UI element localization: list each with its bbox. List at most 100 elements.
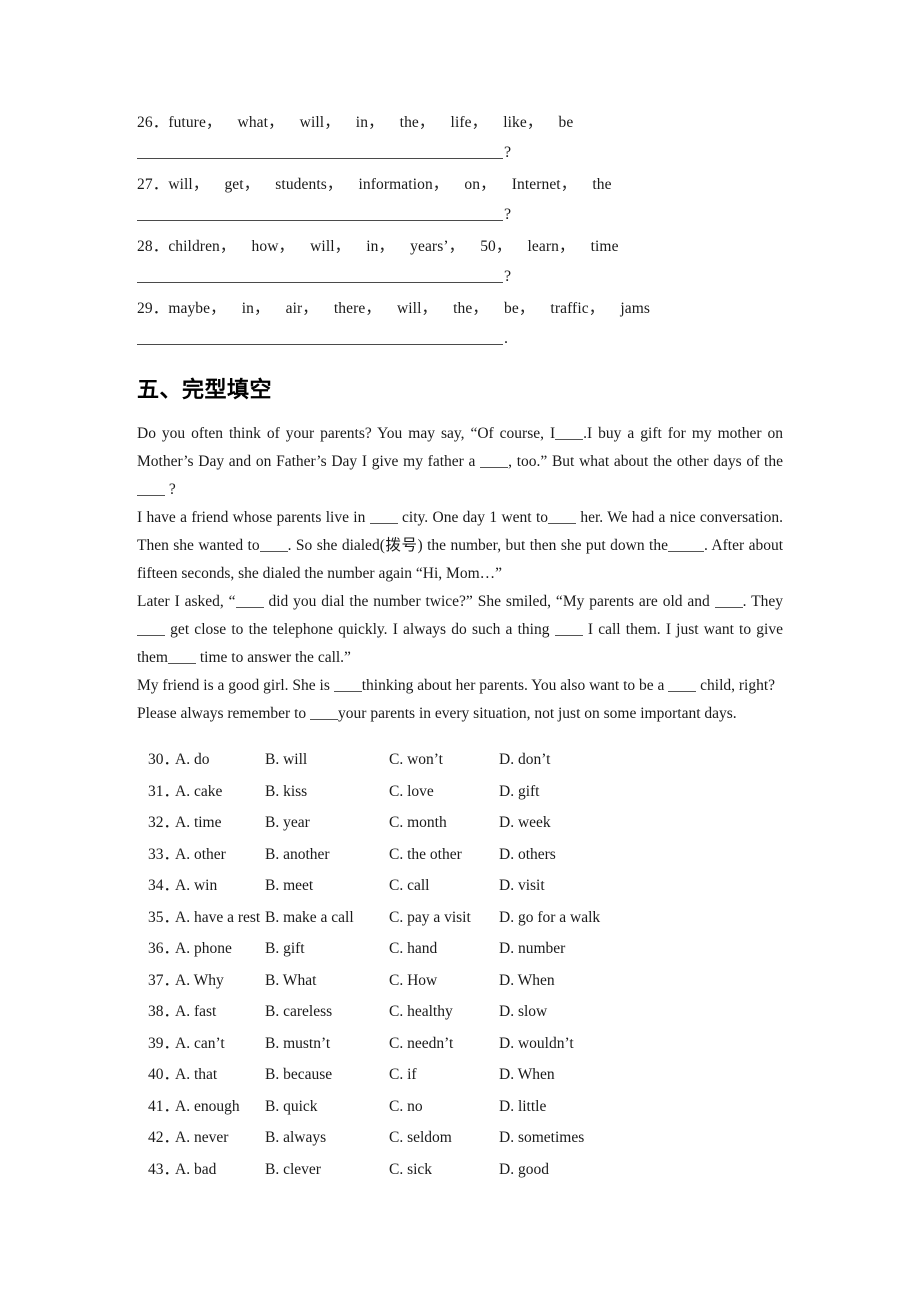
question-row: 33． A. other B. another C. the other D. othe…: [137, 839, 783, 871]
rearrange-word: will: [168, 176, 193, 193]
word-separator: ，: [326, 176, 343, 193]
option-d[interactable]: D. little: [499, 1091, 546, 1123]
option-b[interactable]: B. always: [265, 1122, 326, 1154]
option-d[interactable]: D. go for a walk: [499, 902, 600, 934]
option-c[interactable]: C. the other: [389, 839, 462, 871]
option-b[interactable]: B. meet: [265, 870, 313, 902]
question-row: 43． A. bad B. clever C. sick D. good: [137, 1154, 783, 1186]
cloze-blank[interactable]: [668, 677, 697, 692]
option-a[interactable]: A. that: [175, 1059, 217, 1091]
rearrange-answer-line[interactable]: ?: [137, 262, 783, 292]
question-row: 41． A. enough B. quick C. no D. little: [137, 1091, 783, 1123]
option-b[interactable]: B. year: [265, 807, 310, 839]
option-a[interactable]: A. can’t: [175, 1028, 225, 1060]
option-d[interactable]: D. gift: [499, 776, 539, 808]
option-c[interactable]: C. healthy: [389, 996, 453, 1028]
cloze-blank[interactable]: [137, 621, 165, 636]
option-c[interactable]: C. pay a visit: [389, 902, 471, 934]
option-d[interactable]: D. When: [499, 1059, 555, 1091]
cloze-blank[interactable]: [137, 481, 165, 496]
option-c[interactable]: C. How: [389, 965, 437, 997]
cloze-blank[interactable]: [555, 425, 584, 440]
rearrange-word: future: [168, 114, 206, 131]
option-b[interactable]: B. because: [265, 1059, 332, 1091]
cloze-blank[interactable]: [554, 621, 583, 636]
option-b[interactable]: B. clever: [265, 1154, 321, 1186]
option-b[interactable]: B. quick: [265, 1091, 318, 1123]
option-d[interactable]: D. good: [499, 1154, 549, 1186]
option-c[interactable]: C. love: [389, 776, 434, 808]
answer-blank-rule[interactable]: [137, 267, 503, 283]
option-c[interactable]: C. seldom: [389, 1122, 452, 1154]
option-a[interactable]: A. bad: [175, 1154, 216, 1186]
option-b[interactable]: B. careless: [265, 996, 332, 1028]
option-a[interactable]: A. cake: [175, 776, 222, 808]
option-a[interactable]: A. other: [175, 839, 226, 871]
option-c[interactable]: C. call: [389, 870, 429, 902]
option-a[interactable]: A. do: [175, 744, 209, 776]
cloze-blank[interactable]: [168, 649, 196, 664]
option-d[interactable]: D. wouldn’t: [499, 1028, 574, 1060]
answer-blank-rule[interactable]: [137, 329, 503, 345]
passage-paragraph: Later I asked, “ did you dial the number…: [137, 593, 783, 666]
word-separator: ，: [518, 300, 535, 317]
option-d[interactable]: D. week: [499, 807, 551, 839]
question-row: 40． A. that B. because C. if D. When: [137, 1059, 783, 1091]
option-a[interactable]: A. win: [175, 870, 217, 902]
option-a[interactable]: A. Why: [175, 965, 224, 997]
cloze-blank[interactable]: [235, 593, 264, 608]
option-a[interactable]: A. fast: [175, 996, 216, 1028]
question-row: 34． A. win B. meet C. call D. visit: [137, 870, 783, 902]
cloze-blank[interactable]: [369, 509, 398, 524]
rearrange-item: 29．maybe， in， air， there， will， the， be， traffi…: [137, 294, 783, 354]
option-b[interactable]: B. gift: [265, 933, 305, 965]
cloze-blank[interactable]: [548, 509, 576, 524]
option-b[interactable]: B. mustn’t: [265, 1028, 330, 1060]
option-d[interactable]: D. When: [499, 965, 555, 997]
option-a[interactable]: A. have a rest: [175, 902, 260, 934]
option-b[interactable]: B. What: [265, 965, 316, 997]
option-c[interactable]: C. no: [389, 1091, 423, 1123]
question-number: 42．: [148, 1129, 180, 1146]
option-d[interactable]: D. number: [499, 933, 565, 965]
question-number: 34．: [148, 877, 180, 894]
option-c[interactable]: C. month: [389, 807, 447, 839]
option-b[interactable]: B. will: [265, 744, 307, 776]
rearrange-answer-line[interactable]: ?: [137, 138, 783, 168]
cloze-blank[interactable]: [480, 453, 509, 468]
passage-paragraph: Do you often think of your parents? You …: [137, 425, 783, 498]
rearrange-word: students: [275, 176, 327, 193]
option-c[interactable]: C. needn’t: [389, 1028, 453, 1060]
cloze-blank[interactable]: [714, 593, 743, 608]
option-d[interactable]: D. slow: [499, 996, 547, 1028]
option-a[interactable]: A. never: [175, 1122, 228, 1154]
rearrange-word: children: [168, 238, 220, 255]
rearrange-answer-line[interactable]: ?: [137, 200, 783, 230]
cloze-blank[interactable]: [259, 537, 288, 552]
answer-blank-rule[interactable]: [137, 143, 503, 159]
option-b[interactable]: B. make a call: [265, 902, 354, 934]
option-d[interactable]: D. others: [499, 839, 556, 871]
option-c[interactable]: C. hand: [389, 933, 437, 965]
question-row: 35． A. have a rest B. make a call C. pay a …: [137, 902, 783, 934]
answer-blank-rule[interactable]: [137, 205, 503, 221]
option-b[interactable]: B. kiss: [265, 776, 307, 808]
question-row: 36． A. phone B. gift C. hand D. number: [137, 933, 783, 965]
cloze-blank[interactable]: [333, 677, 362, 692]
rearrange-word: time: [590, 238, 619, 255]
option-c[interactable]: C. won’t: [389, 744, 443, 776]
rearrange-word: get: [224, 176, 244, 193]
option-d[interactable]: D. don’t: [499, 744, 550, 776]
question-number: 41．: [148, 1097, 180, 1115]
option-a[interactable]: A. phone: [175, 933, 232, 965]
option-c[interactable]: C. if: [389, 1059, 417, 1091]
option-d[interactable]: D. visit: [499, 870, 545, 902]
option-b[interactable]: B. another: [265, 839, 330, 871]
rearrange-answer-line[interactable]: .: [137, 324, 783, 354]
cloze-blank[interactable]: [667, 537, 704, 552]
option-a[interactable]: A. time: [175, 807, 222, 839]
option-a[interactable]: A. enough: [175, 1091, 240, 1123]
option-d[interactable]: D. sometimes: [499, 1122, 584, 1154]
option-c[interactable]: C. sick: [389, 1154, 432, 1186]
cloze-blank[interactable]: [310, 705, 339, 720]
